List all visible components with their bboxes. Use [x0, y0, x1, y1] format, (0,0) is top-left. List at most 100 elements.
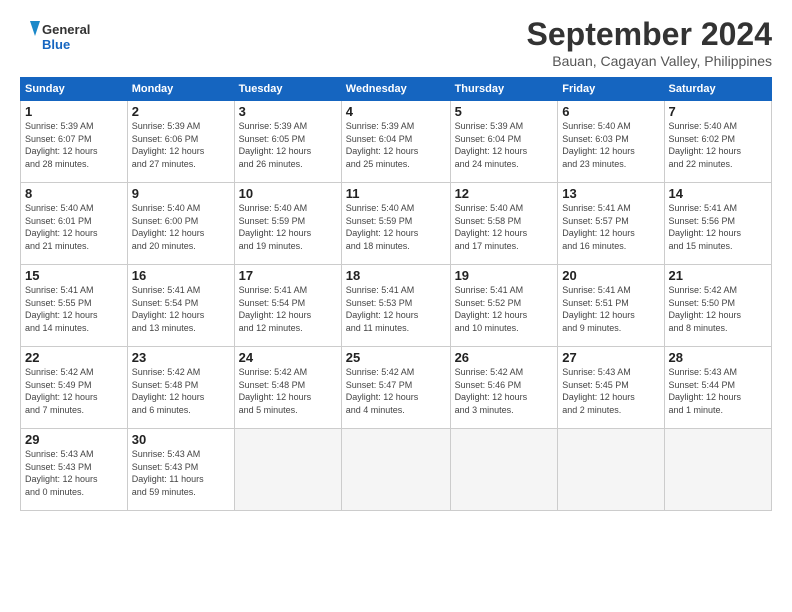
day-info: Sunrise: 5:41 AM Sunset: 5:54 PM Dayligh… [132, 284, 230, 334]
calendar-cell: 27Sunrise: 5:43 AM Sunset: 5:45 PM Dayli… [558, 347, 664, 429]
calendar-cell: 18Sunrise: 5:41 AM Sunset: 5:53 PM Dayli… [341, 265, 450, 347]
calendar-cell: 22Sunrise: 5:42 AM Sunset: 5:49 PM Dayli… [21, 347, 128, 429]
calendar-cell: 11Sunrise: 5:40 AM Sunset: 5:59 PM Dayli… [341, 183, 450, 265]
day-info: Sunrise: 5:40 AM Sunset: 6:00 PM Dayligh… [132, 202, 230, 252]
calendar-cell: 19Sunrise: 5:41 AM Sunset: 5:52 PM Dayli… [450, 265, 558, 347]
day-number: 16 [132, 268, 230, 283]
calendar-cell [558, 429, 664, 511]
weekday-header-wednesday: Wednesday [341, 78, 450, 101]
calendar-cell: 1Sunrise: 5:39 AM Sunset: 6:07 PM Daylig… [21, 101, 128, 183]
day-number: 12 [455, 186, 554, 201]
day-number: 3 [239, 104, 337, 119]
calendar-cell: 28Sunrise: 5:43 AM Sunset: 5:44 PM Dayli… [664, 347, 771, 429]
calendar-cell: 5Sunrise: 5:39 AM Sunset: 6:04 PM Daylig… [450, 101, 558, 183]
calendar-cell: 25Sunrise: 5:42 AM Sunset: 5:47 PM Dayli… [341, 347, 450, 429]
day-info: Sunrise: 5:40 AM Sunset: 5:59 PM Dayligh… [346, 202, 446, 252]
calendar-cell: 6Sunrise: 5:40 AM Sunset: 6:03 PM Daylig… [558, 101, 664, 183]
calendar-cell: 17Sunrise: 5:41 AM Sunset: 5:54 PM Dayli… [234, 265, 341, 347]
calendar-cell: 20Sunrise: 5:41 AM Sunset: 5:51 PM Dayli… [558, 265, 664, 347]
day-number: 24 [239, 350, 337, 365]
logo: General Blue [20, 16, 92, 56]
calendar-cell: 26Sunrise: 5:42 AM Sunset: 5:46 PM Dayli… [450, 347, 558, 429]
calendar-cell: 23Sunrise: 5:42 AM Sunset: 5:48 PM Dayli… [127, 347, 234, 429]
day-info: Sunrise: 5:43 AM Sunset: 5:45 PM Dayligh… [562, 366, 659, 416]
day-number: 2 [132, 104, 230, 119]
day-number: 19 [455, 268, 554, 283]
day-number: 9 [132, 186, 230, 201]
day-number: 11 [346, 186, 446, 201]
day-info: Sunrise: 5:41 AM Sunset: 5:56 PM Dayligh… [669, 202, 767, 252]
calendar-cell: 2Sunrise: 5:39 AM Sunset: 6:06 PM Daylig… [127, 101, 234, 183]
day-number: 30 [132, 432, 230, 447]
day-info: Sunrise: 5:42 AM Sunset: 5:48 PM Dayligh… [132, 366, 230, 416]
calendar-cell [664, 429, 771, 511]
day-number: 25 [346, 350, 446, 365]
calendar-cell: 9Sunrise: 5:40 AM Sunset: 6:00 PM Daylig… [127, 183, 234, 265]
day-number: 26 [455, 350, 554, 365]
day-info: Sunrise: 5:42 AM Sunset: 5:47 PM Dayligh… [346, 366, 446, 416]
calendar-cell: 29Sunrise: 5:43 AM Sunset: 5:43 PM Dayli… [21, 429, 128, 511]
day-info: Sunrise: 5:40 AM Sunset: 5:59 PM Dayligh… [239, 202, 337, 252]
day-info: Sunrise: 5:42 AM Sunset: 5:50 PM Dayligh… [669, 284, 767, 334]
day-info: Sunrise: 5:40 AM Sunset: 6:01 PM Dayligh… [25, 202, 123, 252]
day-info: Sunrise: 5:40 AM Sunset: 6:02 PM Dayligh… [669, 120, 767, 170]
weekday-header-saturday: Saturday [664, 78, 771, 101]
day-number: 20 [562, 268, 659, 283]
calendar-table: SundayMondayTuesdayWednesdayThursdayFrid… [20, 77, 772, 511]
page-header: General Blue September 2024 Bauan, Cagay… [20, 16, 772, 69]
calendar-cell: 10Sunrise: 5:40 AM Sunset: 5:59 PM Dayli… [234, 183, 341, 265]
svg-text:Blue: Blue [42, 37, 70, 52]
location: Bauan, Cagayan Valley, Philippines [527, 53, 772, 69]
day-info: Sunrise: 5:41 AM Sunset: 5:53 PM Dayligh… [346, 284, 446, 334]
title-block: September 2024 Bauan, Cagayan Valley, Ph… [527, 16, 772, 69]
day-info: Sunrise: 5:39 AM Sunset: 6:05 PM Dayligh… [239, 120, 337, 170]
weekday-header-monday: Monday [127, 78, 234, 101]
day-number: 28 [669, 350, 767, 365]
day-number: 8 [25, 186, 123, 201]
calendar-cell: 4Sunrise: 5:39 AM Sunset: 6:04 PM Daylig… [341, 101, 450, 183]
day-number: 4 [346, 104, 446, 119]
day-number: 6 [562, 104, 659, 119]
day-number: 18 [346, 268, 446, 283]
day-info: Sunrise: 5:41 AM Sunset: 5:51 PM Dayligh… [562, 284, 659, 334]
weekday-header-thursday: Thursday [450, 78, 558, 101]
calendar-cell: 30Sunrise: 5:43 AM Sunset: 5:43 PM Dayli… [127, 429, 234, 511]
day-number: 29 [25, 432, 123, 447]
calendar-cell [234, 429, 341, 511]
day-number: 10 [239, 186, 337, 201]
day-number: 1 [25, 104, 123, 119]
calendar-cell: 14Sunrise: 5:41 AM Sunset: 5:56 PM Dayli… [664, 183, 771, 265]
day-number: 13 [562, 186, 659, 201]
calendar-cell [450, 429, 558, 511]
day-info: Sunrise: 5:41 AM Sunset: 5:55 PM Dayligh… [25, 284, 123, 334]
day-info: Sunrise: 5:42 AM Sunset: 5:48 PM Dayligh… [239, 366, 337, 416]
day-info: Sunrise: 5:40 AM Sunset: 5:58 PM Dayligh… [455, 202, 554, 252]
day-info: Sunrise: 5:43 AM Sunset: 5:43 PM Dayligh… [132, 448, 230, 498]
day-info: Sunrise: 5:39 AM Sunset: 6:07 PM Dayligh… [25, 120, 123, 170]
day-info: Sunrise: 5:41 AM Sunset: 5:57 PM Dayligh… [562, 202, 659, 252]
day-info: Sunrise: 5:39 AM Sunset: 6:04 PM Dayligh… [346, 120, 446, 170]
day-number: 22 [25, 350, 123, 365]
day-info: Sunrise: 5:43 AM Sunset: 5:43 PM Dayligh… [25, 448, 123, 498]
day-info: Sunrise: 5:40 AM Sunset: 6:03 PM Dayligh… [562, 120, 659, 170]
day-info: Sunrise: 5:43 AM Sunset: 5:44 PM Dayligh… [669, 366, 767, 416]
weekday-header-sunday: Sunday [21, 78, 128, 101]
calendar-cell: 16Sunrise: 5:41 AM Sunset: 5:54 PM Dayli… [127, 265, 234, 347]
day-number: 21 [669, 268, 767, 283]
day-number: 27 [562, 350, 659, 365]
weekday-header-friday: Friday [558, 78, 664, 101]
calendar-cell: 12Sunrise: 5:40 AM Sunset: 5:58 PM Dayli… [450, 183, 558, 265]
day-info: Sunrise: 5:39 AM Sunset: 6:06 PM Dayligh… [132, 120, 230, 170]
month-title: September 2024 [527, 16, 772, 53]
weekday-header-tuesday: Tuesday [234, 78, 341, 101]
day-number: 15 [25, 268, 123, 283]
day-number: 17 [239, 268, 337, 283]
calendar-cell: 13Sunrise: 5:41 AM Sunset: 5:57 PM Dayli… [558, 183, 664, 265]
logo-svg: General Blue [20, 16, 92, 56]
day-info: Sunrise: 5:41 AM Sunset: 5:54 PM Dayligh… [239, 284, 337, 334]
svg-text:General: General [42, 22, 90, 37]
day-number: 7 [669, 104, 767, 119]
day-number: 23 [132, 350, 230, 365]
day-info: Sunrise: 5:42 AM Sunset: 5:46 PM Dayligh… [455, 366, 554, 416]
day-info: Sunrise: 5:42 AM Sunset: 5:49 PM Dayligh… [25, 366, 123, 416]
